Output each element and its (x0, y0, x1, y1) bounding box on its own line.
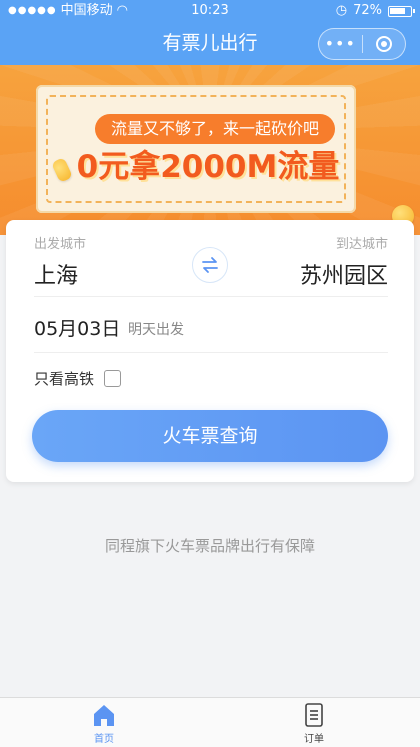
divider (34, 352, 388, 353)
header: ●●●●● 中国移动 ◠ 10:23 ◷ 72% 有票儿出行 ••• (0, 0, 420, 65)
battery-percent: 72% (353, 3, 382, 18)
status-bar: ●●●●● 中国移动 ◠ 10:23 ◷ 72% (0, 0, 420, 22)
battery-icon (388, 5, 415, 17)
departure-date[interactable]: 05月03日 (34, 314, 120, 341)
home-icon (94, 705, 114, 726)
tab-orders-label: 订单 (304, 734, 324, 745)
search-card: 出发城市 到达城市 上海 苏州园区 05月03日 明天出发 只看高铁 火车票查询 (6, 220, 414, 482)
tab-home-label: 首页 (94, 734, 114, 745)
more-dots-icon[interactable]: ••• (319, 28, 362, 60)
tab-bar: 首页 订单 (0, 697, 420, 747)
arrival-label: 到达城市 (335, 237, 388, 252)
order-list-icon (305, 703, 323, 727)
high-speed-only-checkbox[interactable] (104, 370, 121, 387)
close-target-icon[interactable] (362, 36, 405, 52)
departure-city[interactable]: 上海 (34, 258, 78, 290)
swap-cities-icon[interactable] (192, 247, 228, 283)
banner-headline: 0元拿2000M流量 (76, 149, 340, 185)
tab-home[interactable]: 首页 (64, 702, 144, 745)
date-day-note: 明天出发 (128, 322, 184, 338)
alarm-icon: ◷ (335, 3, 348, 18)
mini-program-capsule: ••• (318, 28, 406, 60)
banner-slogan: 流量又不够了，来一起砍价吧 (95, 114, 335, 144)
tab-orders[interactable]: 订单 (274, 702, 354, 745)
arrival-city[interactable]: 苏州园区 (300, 258, 388, 290)
high-speed-only-label[interactable]: 只看高铁 (34, 368, 94, 389)
brand-slogan: 同程旗下火车票品牌出行有保障 (104, 537, 315, 555)
departure-label: 出发城市 (34, 237, 87, 252)
train-ticket-search-button[interactable]: 火车票查询 (32, 410, 388, 462)
divider (34, 296, 388, 297)
